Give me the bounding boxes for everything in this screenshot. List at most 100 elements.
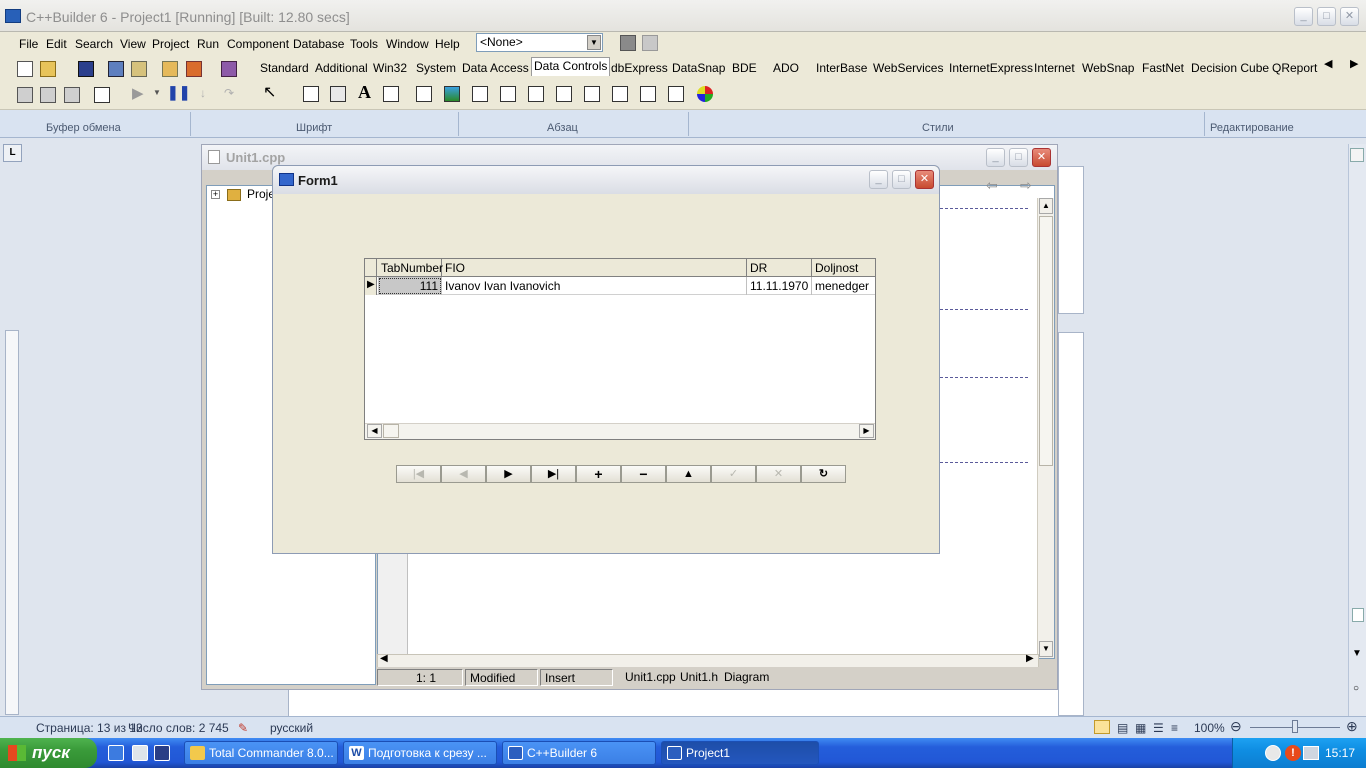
dbcombobox-icon[interactable]: [500, 86, 516, 102]
dbgrid-icon[interactable]: [303, 86, 319, 102]
toggle-icon[interactable]: [64, 87, 80, 103]
view-form-icon[interactable]: [40, 87, 56, 103]
toggle-form-unit-icon[interactable]: [620, 35, 636, 51]
tab-win32[interactable]: Win32: [373, 60, 407, 76]
scroll-down-icon[interactable]: ▼: [1352, 648, 1362, 659]
editor-minimize-button[interactable]: _: [986, 148, 1005, 167]
ruler-toggle-icon[interactable]: [1350, 148, 1364, 162]
dblookuplistbox-icon[interactable]: [584, 86, 600, 102]
tab-internet[interactable]: Internet: [1034, 60, 1075, 76]
run-dropdown-icon[interactable]: ▼: [153, 88, 161, 97]
palette-scroll-right-icon[interactable]: ▶: [1350, 57, 1358, 70]
tab-standard[interactable]: Standard: [260, 60, 309, 76]
tab-data-access[interactable]: Data Access: [462, 60, 529, 76]
form-selector-combo[interactable]: <None> ▼: [476, 33, 603, 52]
tab-ado[interactable]: ADO: [773, 60, 799, 76]
nav-back-icon[interactable]: ⇦: [986, 177, 998, 194]
table-row[interactable]: 111 Ivanov Ivan Ivanovich 11.11.1970 men…: [365, 277, 875, 295]
menu-edit[interactable]: Edit: [46, 37, 67, 51]
zoom-out-icon[interactable]: ⊖: [1230, 718, 1242, 735]
open-project-icon[interactable]: [131, 61, 147, 77]
tray-expand-icon[interactable]: [1265, 745, 1281, 761]
clock[interactable]: 15:17: [1325, 746, 1355, 760]
ie-icon[interactable]: [108, 745, 124, 761]
editor-maximize-button[interactable]: □: [1009, 148, 1028, 167]
new-form-icon[interactable]: [642, 35, 658, 51]
nav-first-button[interactable]: |◀: [396, 465, 441, 483]
save-all-icon[interactable]: [108, 61, 124, 77]
menu-file[interactable]: File: [19, 37, 38, 51]
dbrichedit-icon[interactable]: [640, 86, 656, 102]
outline-icon[interactable]: ☰: [1153, 721, 1164, 735]
tab-interbase[interactable]: InterBase: [816, 60, 867, 76]
zoom-level[interactable]: 100%: [1194, 721, 1225, 735]
tab-unit1-h[interactable]: Unit1.h: [680, 670, 718, 684]
ide-minimize-button[interactable]: _: [1294, 7, 1313, 26]
web-layout-icon[interactable]: ▦: [1135, 721, 1146, 735]
db-grid[interactable]: TabNumber FIO DR Doljnost 111 Ivanov Iva…: [364, 258, 876, 440]
ide-close-button[interactable]: ✕: [1340, 7, 1359, 26]
dbcheckbox-icon[interactable]: [528, 86, 544, 102]
cell-dr[interactable]: 11.11.1970: [747, 277, 812, 295]
word-vertical-scrollbar[interactable]: [1348, 144, 1366, 716]
proofing-icon[interactable]: ✎: [238, 721, 248, 735]
new-icon[interactable]: [17, 61, 33, 77]
start-button[interactable]: пуск: [0, 738, 97, 768]
chevron-down-icon[interactable]: ▼: [587, 35, 601, 50]
tab-decision-cube[interactable]: Decision Cube: [1191, 60, 1269, 76]
nav-delete-button[interactable]: −: [621, 465, 666, 483]
nav-edit-button[interactable]: ▲: [666, 465, 711, 483]
scroll-thumb[interactable]: [1039, 216, 1053, 466]
dbctrlgrid-icon[interactable]: [668, 86, 684, 102]
help-book-icon[interactable]: [221, 61, 237, 77]
reading-view-icon[interactable]: ▤: [1117, 721, 1128, 735]
nav-forward-icon[interactable]: ⇨: [1020, 177, 1032, 194]
pause-icon[interactable]: ❚❚: [167, 84, 190, 101]
menu-window[interactable]: Window: [386, 37, 429, 51]
tab-fastnet[interactable]: FastNet: [1142, 60, 1184, 76]
menu-help[interactable]: Help: [435, 37, 460, 51]
tab-bde[interactable]: BDE: [732, 60, 757, 76]
form1-minimize-button[interactable]: _: [869, 170, 888, 189]
column-header-tabnumber[interactable]: TabNumber: [378, 259, 443, 277]
new-form-tb-icon[interactable]: [94, 87, 110, 103]
menu-database[interactable]: Database: [293, 37, 344, 51]
tab-webservices[interactable]: WebServices: [873, 60, 943, 76]
nav-next-button[interactable]: ▶: [486, 465, 531, 483]
open-icon[interactable]: [40, 61, 56, 77]
zoom-slider-thumb[interactable]: [1292, 720, 1298, 733]
scroll-down-icon[interactable]: ▼: [1039, 641, 1053, 657]
taskbar-item-total-commander[interactable]: Total Commander 8.0...: [184, 741, 338, 765]
nav-insert-button[interactable]: +: [576, 465, 621, 483]
dbchart-icon[interactable]: [697, 86, 713, 102]
dbnavigator-icon[interactable]: [330, 86, 346, 102]
scroll-right-icon[interactable]: ▶: [1026, 653, 1034, 664]
scroll-thumb[interactable]: [383, 424, 399, 438]
tree-expand-icon[interactable]: +: [211, 190, 220, 199]
tab-additional[interactable]: Additional: [315, 60, 368, 76]
tab-dbexpress[interactable]: dbExpress: [611, 60, 668, 76]
column-header-dr[interactable]: DR: [747, 259, 812, 277]
tab-stop-selector[interactable]: L: [3, 144, 22, 162]
menu-project[interactable]: Project: [152, 37, 189, 51]
word-count[interactable]: Число слов: 2 745: [128, 721, 229, 735]
draft-icon[interactable]: ≡: [1171, 721, 1178, 735]
dbedit-icon[interactable]: [383, 86, 399, 102]
column-header-fio[interactable]: FIO: [442, 259, 747, 277]
dbtext-icon[interactable]: A: [358, 82, 371, 103]
cell-doljnost[interactable]: menedger: [812, 277, 875, 295]
run-icon[interactable]: ▶: [132, 84, 144, 102]
menu-run[interactable]: Run: [197, 37, 219, 51]
taskbar-item-word[interactable]: W Подготовка к срезу ...: [343, 741, 497, 765]
browse-object-icon[interactable]: ○: [1353, 683, 1359, 694]
nav-prior-button[interactable]: ◀: [441, 465, 486, 483]
nav-last-button[interactable]: ▶|: [531, 465, 576, 483]
grid-horizontal-scrollbar[interactable]: ◀ ▶: [365, 423, 875, 439]
dbimage-icon[interactable]: [444, 86, 460, 102]
menu-component[interactable]: Component: [227, 37, 289, 51]
nav-cancel-button[interactable]: ✕: [756, 465, 801, 483]
taskbar-item-project1[interactable]: Project1: [661, 741, 819, 765]
tab-data-controls[interactable]: Data Controls: [531, 57, 611, 76]
save-quicklaunch-icon[interactable]: [154, 745, 170, 761]
nav-post-button[interactable]: ✓: [711, 465, 756, 483]
